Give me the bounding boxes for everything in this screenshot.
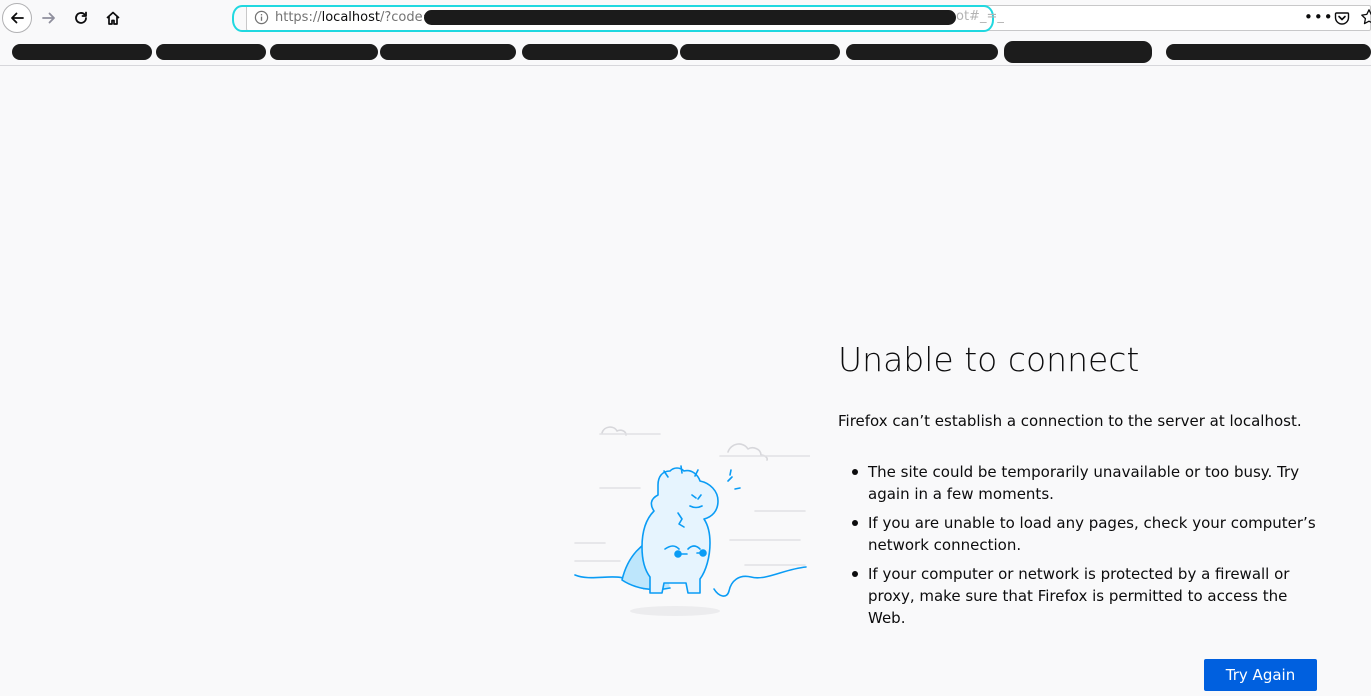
bookmark-item-redacted[interactable] [522,44,678,60]
suggestion-item: If your computer or network is protected… [852,563,1322,629]
forward-arrow-icon [42,12,55,24]
error-description: Firefox can’t establish a connection to … [838,412,1302,430]
page-actions-button[interactable]: ••• [1304,9,1334,25]
bookmark-item-redacted[interactable] [380,44,516,60]
reload-button[interactable] [66,3,96,33]
bookmark-item-redacted[interactable] [156,44,266,60]
bookmark-item-redacted[interactable] [1166,44,1371,60]
try-again-button[interactable]: Try Again [1204,659,1317,691]
info-icon[interactable] [254,10,269,25]
suggestion-item: The site could be temporarily unavailabl… [852,461,1322,505]
home-icon [106,11,120,25]
bookmark-item-redacted[interactable] [12,44,152,60]
bookmark-item-redacted[interactable] [270,44,378,60]
back-button[interactable] [2,3,32,33]
forward-button[interactable] [34,3,64,33]
page-title: Unable to connect [838,340,1140,379]
pocket-icon[interactable] [1334,10,1350,26]
bookmark-item-redacted[interactable] [846,44,998,60]
url-redaction [424,10,956,25]
url-text[interactable]: https://localhost/?code=7 [275,9,442,26]
star-icon[interactable] [1360,8,1371,26]
bookmarks-toolbar [0,36,1371,66]
reload-icon [75,11,87,24]
back-arrow-icon [11,12,24,24]
home-button[interactable] [98,3,128,33]
url-tail: ot#_=_ [956,9,1004,24]
url-host: localhost [321,10,380,25]
url-prefix: https:// [275,10,322,25]
navigation-toolbar: https://localhost/?code=7 ot#_=_ ••• [0,0,1371,36]
suggestion-item: If you are unable to load any pages, che… [852,512,1322,556]
bookmark-item-redacted[interactable] [680,44,840,60]
bookmark-item-redacted[interactable] [1004,41,1152,63]
suggestion-list: The site could be temporarily unavailabl… [852,461,1322,636]
disconnected-dinosaur-illustration [574,426,810,616]
